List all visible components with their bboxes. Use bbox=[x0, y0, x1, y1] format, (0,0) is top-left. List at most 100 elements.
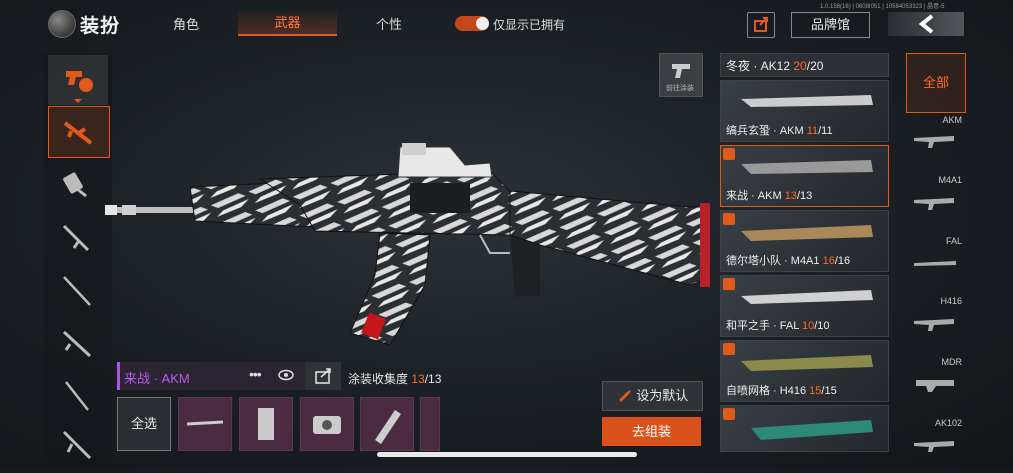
new-badge-icon bbox=[723, 408, 735, 420]
rail-item-assault[interactable] bbox=[48, 318, 108, 368]
h416-gun-icon bbox=[914, 319, 954, 331]
rail-item-marksman[interactable] bbox=[48, 370, 108, 420]
skin-card-total: /10 bbox=[814, 320, 830, 332]
mdr-gun-icon bbox=[916, 380, 954, 392]
rail-item-favorite[interactable] bbox=[48, 55, 108, 105]
skin-card-have: 15 bbox=[809, 385, 822, 397]
owned-only-label: 仅显示已拥有 bbox=[493, 18, 566, 32]
skin-card-total: /16 bbox=[834, 255, 851, 267]
assault-icon bbox=[62, 330, 92, 358]
eye-icon bbox=[278, 369, 294, 381]
category-all[interactable]: 全部 bbox=[906, 53, 966, 113]
skin-card-name: 和平之手 · FAL bbox=[726, 320, 799, 332]
collection-label: 涂装收集度 bbox=[348, 372, 409, 386]
rail-item-smg[interactable] bbox=[48, 160, 108, 210]
go-paint-label: 前往涂装 bbox=[666, 85, 694, 92]
category-mdr-label[interactable]: MDR bbox=[906, 357, 963, 367]
lmg-icon bbox=[62, 430, 92, 460]
skin-card-akm-1[interactable]: 缟兵玄蛩 · AKM 11/11 bbox=[720, 80, 889, 142]
skin-card-name: 自喷网格 · H416 bbox=[726, 385, 807, 397]
set-default-label: 设为默认 bbox=[636, 388, 689, 403]
ak102-gun-icon bbox=[914, 441, 954, 452]
logo-globe-icon bbox=[48, 10, 76, 38]
toggle-knob bbox=[476, 17, 489, 30]
brand-hall-button[interactable]: 品牌馆 bbox=[791, 12, 870, 38]
sight-part-icon bbox=[313, 416, 341, 434]
category-h416-label[interactable]: H416 bbox=[906, 296, 962, 306]
brush-icon bbox=[618, 390, 631, 402]
skin-thumb-icon bbox=[741, 95, 873, 107]
skin-thumb-icon bbox=[741, 290, 873, 304]
part-barrel-slot[interactable] bbox=[178, 397, 232, 451]
assemble-button[interactable]: 去组装 bbox=[602, 417, 701, 446]
new-badge-icon bbox=[723, 343, 735, 355]
magazine-part-icon bbox=[375, 410, 401, 444]
paint-gun-icon bbox=[672, 64, 690, 78]
fal-gun-icon bbox=[914, 261, 956, 266]
smg-icon bbox=[63, 172, 87, 198]
skin-card-akm-selected[interactable]: 来战 · AKM 13/13 bbox=[720, 145, 889, 207]
part-handguard-slot[interactable] bbox=[239, 397, 293, 451]
weapon-model-akm bbox=[105, 143, 710, 346]
new-badge-icon bbox=[723, 148, 735, 160]
skin-card-h416[interactable]: 自喷网格 · H416 15/15 bbox=[720, 340, 889, 402]
skin-card-total: /20 bbox=[806, 59, 824, 73]
skin-card-have: 10 bbox=[802, 320, 815, 332]
sniper-icon bbox=[63, 276, 91, 306]
skin-card-have: 20 bbox=[793, 59, 807, 73]
akm-gun-icon bbox=[914, 136, 954, 148]
favorite-gun-icon bbox=[66, 71, 93, 103]
category-akm-label[interactable]: AKM bbox=[906, 115, 962, 125]
skin-card-total: /15 bbox=[821, 385, 837, 397]
share-icon bbox=[754, 17, 768, 32]
part-more-slot[interactable] bbox=[420, 397, 440, 451]
shotgun-icon bbox=[62, 224, 90, 252]
category-m4a1-label[interactable]: M4A1 bbox=[906, 175, 962, 185]
skin-card-fal[interactable]: 和平之手 · FAL 10/10 bbox=[720, 275, 889, 337]
skin-card-total: /13 bbox=[796, 190, 813, 202]
version-text: 1.0.158(16) | 0608I051 | 10584053323 | 晶… bbox=[820, 4, 945, 10]
part-sight-slot[interactable] bbox=[300, 397, 354, 451]
skin-card-have: 16 bbox=[822, 255, 835, 267]
set-default-button[interactable]: 设为默认 bbox=[602, 381, 703, 411]
more-options-button[interactable]: ••• bbox=[249, 366, 262, 382]
rail-item-shotgun[interactable] bbox=[48, 212, 108, 262]
skin-card-name: 来战 · AKM bbox=[726, 190, 782, 202]
skin-thumb-icon bbox=[741, 355, 873, 371]
rail-item-sniper[interactable] bbox=[48, 265, 108, 315]
skin-card-ak12[interactable]: 冬夜 · AK12 20/20 bbox=[720, 53, 889, 77]
select-all-button[interactable]: 全选 bbox=[117, 397, 171, 451]
handguard-part-icon bbox=[258, 408, 274, 440]
skin-card-m4a1[interactable]: 德尔塔小队 · M4A1 16/16 bbox=[720, 210, 889, 272]
skin-thumb-icon bbox=[751, 420, 873, 440]
back-button[interactable] bbox=[888, 12, 964, 36]
category-ak102-label[interactable]: AK102 bbox=[906, 418, 962, 428]
part-magazine-slot[interactable] bbox=[360, 397, 414, 451]
marksman-icon bbox=[65, 381, 89, 411]
category-fal-label[interactable]: FAL bbox=[906, 236, 962, 246]
collection-have: 13 bbox=[411, 372, 425, 386]
share-button[interactable] bbox=[747, 12, 775, 38]
skin-name: 来战 · AKM bbox=[124, 371, 190, 386]
tab-personality[interactable]: 个性 bbox=[372, 14, 406, 33]
skin-card-name: 缟兵玄蛩 · AKM bbox=[726, 125, 804, 137]
skin-card-have: 13 bbox=[784, 190, 797, 202]
share-skin-button[interactable] bbox=[305, 362, 341, 390]
share-icon bbox=[315, 368, 331, 384]
tab-character[interactable]: 角色 bbox=[170, 14, 202, 33]
collection-progress: 涂装收集度 13/13 bbox=[348, 370, 441, 387]
chevron-left-icon bbox=[918, 14, 934, 34]
skin-thumb-icon bbox=[741, 160, 873, 174]
tab-weapon[interactable]: 武器 bbox=[238, 12, 337, 36]
skin-thumb-icon bbox=[741, 225, 873, 241]
preview-eye-button[interactable] bbox=[278, 368, 294, 387]
skin-card-name: 冬夜 · AK12 bbox=[726, 59, 791, 73]
home-indicator[interactable] bbox=[377, 452, 637, 457]
skin-card-next[interactable] bbox=[720, 405, 889, 452]
skin-card-total: /11 bbox=[818, 125, 833, 137]
page-title: 装扮 bbox=[80, 16, 121, 37]
new-badge-icon bbox=[723, 278, 735, 290]
barrel-part-icon bbox=[186, 420, 224, 426]
rail-item-lmg[interactable] bbox=[48, 420, 108, 470]
m4a1-gun-icon bbox=[914, 198, 954, 210]
